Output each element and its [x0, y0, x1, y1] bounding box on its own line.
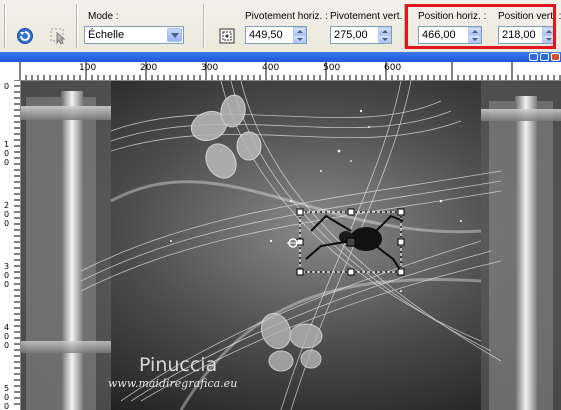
chevron-down-icon[interactable] — [167, 28, 182, 42]
tool-options-toolbar: Mode : Échelle Pivotement horiz. : 449,5… — [0, 0, 561, 53]
ruler-h-label: 600 — [384, 63, 402, 73]
spin-up-icon[interactable] — [542, 27, 555, 35]
spin-down-icon[interactable] — [542, 35, 555, 43]
spin-down-icon[interactable] — [293, 35, 306, 43]
left-pillar — [61, 91, 83, 410]
image-canvas[interactable]: Pinuccia www.maidiregrafica.eu — [21, 81, 561, 410]
right-pillar — [515, 96, 537, 410]
pivot-v-label: Pivotement vert. : — [330, 11, 408, 22]
spin-up-icon[interactable] — [468, 27, 481, 35]
ruler-v-label: 500 — [3, 384, 10, 410]
pos-h-label: Position horiz. : — [418, 11, 487, 22]
ruler-v-label: 300 — [3, 262, 10, 289]
mode-select[interactable]: Échelle — [84, 26, 184, 44]
pos-h-value: 466,00 — [422, 29, 456, 41]
ruler-v-label: 100 — [3, 140, 10, 167]
center-pivot-button[interactable] — [215, 24, 239, 48]
ruler-v-label: 0 — [3, 82, 10, 91]
pick-tool-button[interactable] — [46, 24, 70, 48]
toolbar-separator — [203, 4, 204, 48]
spin-down-icon[interactable] — [468, 35, 481, 43]
pivot-h-field[interactable]: 449,50 — [245, 26, 307, 44]
watermark-url: www.maidiregrafica.eu — [108, 377, 238, 390]
pos-h-field[interactable]: 466,00 — [418, 26, 482, 44]
toolbar-separator — [4, 4, 5, 48]
mode-label: Mode : — [88, 11, 119, 22]
ruler-h-label: 400 — [262, 63, 280, 73]
spin-up-icon[interactable] — [378, 27, 391, 35]
pos-v-label: Position vert. : — [498, 11, 561, 22]
pivot-v-value: 275,00 — [334, 29, 368, 41]
pos-v-field[interactable]: 218,00 — [498, 26, 556, 44]
watermark-text: Pinuccia — [139, 354, 218, 376]
reset-button[interactable] — [13, 24, 37, 48]
center-pivot-icon — [219, 28, 235, 44]
pos-v-value: 218,00 — [502, 29, 536, 41]
maximize-icon[interactable] — [540, 53, 549, 61]
document-titlebar[interactable] — [0, 52, 561, 62]
spin-up-icon[interactable] — [293, 27, 306, 35]
close-icon[interactable] — [551, 53, 560, 61]
horizontal-ruler: 100 200 300 400 500 600 — [0, 62, 561, 81]
ruler-h-label: 500 — [323, 63, 341, 73]
vertical-ruler: 0 100 200 300 400 500 — [0, 80, 21, 410]
ruler-h-label: 300 — [201, 63, 219, 73]
minimize-icon[interactable] — [529, 53, 538, 61]
pick-tool-icon — [50, 28, 66, 45]
reset-icon — [17, 28, 33, 44]
pivot-h-label: Pivotement horiz. : — [245, 11, 328, 22]
spin-down-icon[interactable] — [378, 35, 391, 43]
toolbar-separator — [404, 4, 405, 48]
ruler-v-label: 400 — [3, 323, 10, 350]
ruler-v-label: 200 — [3, 201, 10, 228]
ruler-ticks — [14, 80, 20, 405]
artwork — [21, 81, 561, 410]
mode-value: Échelle — [88, 29, 125, 41]
ruler-h-label: 100 — [79, 63, 97, 73]
ruler-h-label: 200 — [140, 63, 158, 73]
pivot-h-value: 449,50 — [249, 29, 283, 41]
toolbar-separator — [76, 4, 77, 48]
pivot-v-field[interactable]: 275,00 — [330, 26, 392, 44]
